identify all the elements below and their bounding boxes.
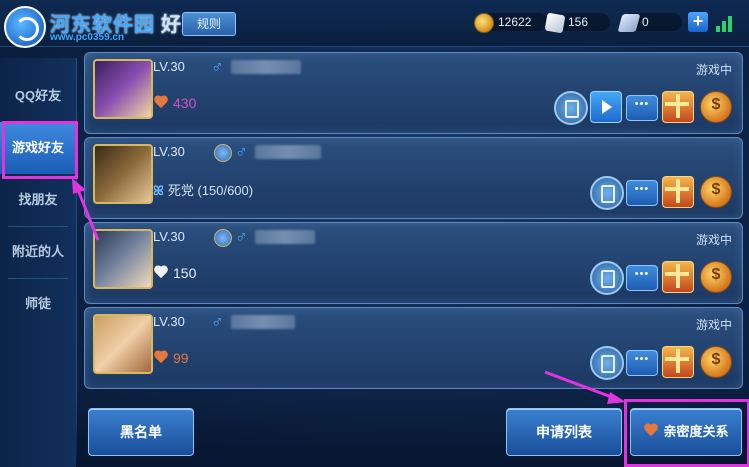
annotation-arrows xyxy=(72,178,626,404)
